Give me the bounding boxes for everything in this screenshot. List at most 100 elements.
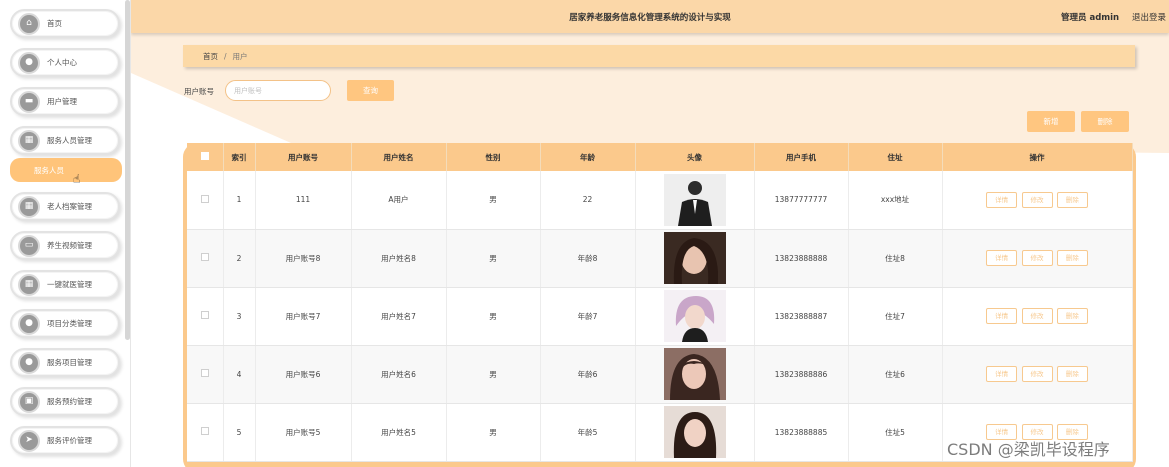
row-checkbox[interactable] [200,253,209,261]
app-title: 居家养老服务信息化管理系统的设计与实现 [569,13,731,23]
row-checkbox[interactable] [200,311,209,319]
address-cell: 住址6 [848,345,943,404]
avatar-image [663,232,726,284]
search-input[interactable] [225,80,331,101]
table-row: 2 用户账号8 用户姓名8 男 年龄8 13823888888 住址8 详情 修… [187,229,1133,288]
checkbox-cell [187,345,224,404]
account-cell: 用户账号7 [255,287,352,346]
breadcrumb-current: 用户 [232,51,248,61]
edit-button[interactable]: 修改 [1021,366,1053,382]
select-all-cell[interactable] [187,143,224,171]
sidebar-item-elderly[interactable]: ▦ 老人档案管理 [10,192,120,221]
sidebar-item-label: 服务人员管理 [47,136,92,145]
account-cell: 用户账号5 [255,403,352,462]
sidebar-item-service[interactable]: ● 服务项目管理 [10,348,120,377]
row-checkbox[interactable] [200,194,209,203]
sidebar-scrollbar[interactable] [125,0,130,340]
row-delete-button[interactable]: 删除 [1056,308,1088,324]
column-header: 操作 [942,143,1133,171]
sidebar-item-home[interactable]: ⌂ 首页 [10,9,120,38]
name-cell: 用户姓名8 [351,229,447,288]
sidebar-item-label: 项目分类管理 [47,319,92,328]
address-cell: xxx地址 [848,171,943,230]
sidebar-item-label: 用户管理 [47,97,77,106]
search-button[interactable]: 查询 [347,80,394,101]
sidebar-item-label: 一键就医管理 [47,280,92,289]
breadcrumb-home[interactable]: 首页 [203,51,218,62]
operations-cell: 详情 修改 删除 [942,287,1133,346]
column-header: 用户手机 [754,143,849,171]
detail-button[interactable]: 详情 [986,366,1018,382]
avatar-image [663,348,726,400]
account-cell: 用户账号8 [255,229,352,288]
index-cell: 5 [223,403,256,462]
home-icon: ⌂ [18,12,40,35]
phone-cell: 13823888888 [754,229,849,288]
row-delete-button[interactable]: 删除 [1056,366,1088,382]
add-button[interactable]: 新增 [1027,111,1075,132]
age-cell: 年龄5 [540,403,636,462]
gender-cell: 男 [446,229,541,288]
table-row: 3 用户账号7 用户姓名7 男 年龄7 13823888887 住址7 详情 修… [187,287,1133,346]
address-cell: 住址7 [848,287,943,346]
table-container: 索引 用户账号 用户姓名 性别 年龄 头像 用户手机 住址 操作 1 111 A… [183,143,1136,467]
row-delete-button[interactable]: 删除 [1056,250,1088,266]
row-checkbox[interactable] [200,427,209,435]
detail-button[interactable]: 详情 [986,250,1018,266]
sidebar-item-booking[interactable]: ▣ 服务预约管理 [10,387,120,416]
detail-button[interactable]: 详情 [986,191,1018,208]
avatar-cell [635,171,755,230]
logout-link[interactable]: 退出登录 [1132,11,1166,23]
column-header: 索引 [223,143,256,171]
table-header-row: 索引 用户账号 用户姓名 性别 年龄 头像 用户手机 住址 操作 [187,143,1133,171]
detail-button[interactable]: 详情 [986,308,1018,324]
phone-cell: 13823888887 [754,287,849,346]
sidebar-item-staff[interactable]: ▦ 服务人员管理 [10,126,120,155]
sidebar: ⌂ 首页 ● 个人中心 ▬ 用户管理 ▦ 服务人员管理 服务人员 ☝ ▦ 老人档… [0,0,131,467]
avatar-image [663,290,726,342]
breadcrumb-separator: / [224,51,227,61]
sidebar-item-label: 首页 [47,19,62,28]
gender-cell: 男 [446,403,541,462]
sidebar-item-medical[interactable]: ▦ 一键就医管理 [10,270,120,299]
operations-cell: 详情 修改 删除 [942,229,1133,288]
delete-button[interactable]: 删除 [1081,111,1129,132]
age-cell: 年龄8 [540,229,636,288]
row-checkbox[interactable] [200,369,209,377]
edit-button[interactable]: 修改 [1021,308,1053,324]
name-cell: 用户姓名7 [351,287,447,346]
video-icon: ▭ [18,234,40,257]
checkbox-cell [187,171,224,230]
sidebar-item-label: 服务项目管理 [47,358,92,367]
table-row: 1 111 A用户 男 22 13877777777 xxx地址 详情 修改 删… [187,171,1133,230]
grid-icon: ▦ [18,273,40,296]
sidebar-item-label: 养生视频管理 [47,241,92,250]
gender-cell: 男 [446,287,541,346]
user-icon: ● [18,312,40,335]
avatar-image [663,173,726,226]
sidebar-item-category[interactable]: ● 项目分类管理 [10,309,120,338]
avatar-cell [635,229,755,288]
operations-cell: 详情 修改 删除 [942,345,1133,404]
select-all-checkbox[interactable] [200,152,209,160]
edit-button[interactable]: 修改 [1021,191,1053,208]
gender-cell: 男 [446,171,541,230]
sidebar-item-videos[interactable]: ▭ 养生视频管理 [10,231,120,260]
sidebar-item-users[interactable]: ▬ 用户管理 [10,87,120,116]
avatar-cell [635,287,755,346]
name-cell: 用户姓名6 [351,345,447,404]
grid-icon: ▦ [18,195,40,218]
column-header: 性别 [446,143,541,171]
user-icon: ● [18,351,40,374]
sidebar-item-review[interactable]: ➤ 服务评价管理 [10,426,120,455]
avatar-image [663,406,726,458]
column-header: 住址 [848,143,943,171]
edit-button[interactable]: 修改 [1021,250,1053,266]
phone-cell: 13877777777 [754,171,849,230]
row-delete-button[interactable]: 删除 [1056,191,1088,208]
column-header: 头像 [635,143,755,171]
sidebar-item-profile[interactable]: ● 个人中心 [10,48,120,77]
account-cell: 用户账号6 [255,345,352,404]
sidebar-subitem-staff[interactable]: 服务人员 [10,158,122,182]
age-cell: 22 [540,171,636,230]
